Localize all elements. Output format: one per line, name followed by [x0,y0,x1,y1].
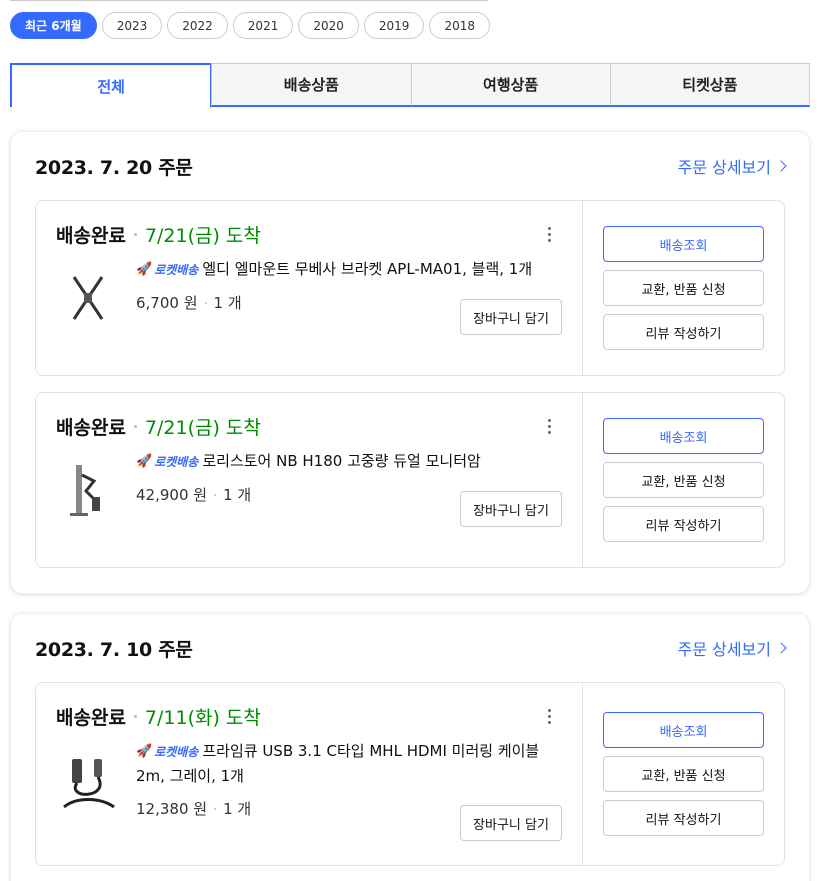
tab-delivery[interactable]: 배송상품 [211,63,412,107]
order-item: 배송완료 7/21(금) 도착 🚀 로켓배송 엘디 엘마운트 무베사 브라켓 APL… [35,200,785,376]
product-price: 42,900 원 [136,486,208,504]
order-detail-link[interactable]: 주문 상세보기 [677,154,787,178]
year-chip-2023[interactable]: 2023 [101,12,163,39]
monitor-arm-thumb[interactable] [56,457,120,521]
item-main: 배송완료 7/21(금) 도착 🚀 로켓배송 엘디 엘마운트 무베사 브라켓 APL… [36,201,583,375]
delivery-status: 배송완료 [56,224,126,247]
rocket-delivery-badge: 🚀 로켓배송 [136,740,198,764]
top-divider [10,0,488,1]
order-date: 2023. 7. 20 주문 [35,156,193,179]
product-price: 12,380 원 [136,800,208,818]
year-filter: 최근 6개월 2023 2022 2021 2020 2019 2018 [10,12,490,39]
exchange-return-button[interactable]: 교환, 반품 신청 [603,462,764,498]
more-options-icon[interactable] [548,227,552,242]
item-main: 배송완료 7/21(금) 도착 🚀 로켓배송 로리스토어 NB H180 고중량… [36,393,583,567]
product-qty: 1 개 [223,486,252,504]
exchange-return-button[interactable]: 교환, 반품 신청 [603,756,764,792]
rocket-delivery-badge: 🚀 로켓배송 [136,450,198,474]
year-chip-2019[interactable]: 2019 [363,12,425,39]
product-name[interactable]: 🚀 로켓배송 로리스토어 NB H180 고중량 듀얼 모니터암 [136,449,562,474]
separator-dot [133,714,137,718]
hdmi-cable-thumb[interactable] [56,753,120,817]
rocket-icon: 🚀 [136,744,153,759]
add-to-cart-button[interactable]: 장바구니 담기 [460,491,562,527]
delivery-status: 배송완료 [56,706,126,729]
track-delivery-button[interactable]: 배송조회 [603,712,764,748]
delivery-status: 배송완료 [56,416,126,439]
delivery-status-row: 배송완료 7/21(금) 도착 [56,411,562,441]
year-chip-2022[interactable]: 2022 [167,12,228,39]
item-main: 배송완료 7/11(화) 도착 🚀로켓배송프라임큐 USB 3.1 C타입 [36,683,583,865]
write-review-button[interactable]: 리뷰 작성하기 [603,314,764,350]
tab-travel[interactable]: 여행상품 [410,63,611,107]
product-name[interactable]: 🚀 로켓배송 엘디 엘마운트 무베사 브라켓 APL-MA01, 블랙, 1개 [136,257,562,282]
product-qty: 1 개 [223,800,252,818]
tab-ticket[interactable]: 티켓상품 [609,63,810,107]
arrival-date: 7/21(금) 도착 [144,224,261,247]
tab-all[interactable]: 전체 [10,63,213,107]
exchange-return-button[interactable]: 교환, 반품 신청 [603,270,764,306]
product-name[interactable]: 🚀 로켓배송 프라임큐 USB 3.1 C타입 MHL HDMI 미러링 케이블 2… [136,739,562,788]
year-chip-recent-6-months[interactable]: 최근 6개월 [10,12,97,39]
item-actions: 배송조회 교환, 반품 신청 리뷰 작성하기 [583,683,784,865]
order-item: 배송완료 7/11(화) 도착 🚀로켓배송프라임큐 USB 3.1 C타입 [35,682,785,866]
order-card: 2023. 7. 20 주문 주문 상세보기 배송완료 7/21(금) 도착 🚀… [10,131,810,594]
order-type-tabs: 전체 배송상품 여행상품 티켓상품 [10,63,810,107]
write-review-button[interactable]: 리뷰 작성하기 [603,800,764,836]
rocket-delivery-badge: 🚀 로켓배송 [136,258,198,282]
monitor-bracket-thumb[interactable] [56,265,120,329]
order-card: 2023. 7. 10 주문 주문 상세보기 배송완료 7/11(화) 도착 🚀… [10,613,810,881]
chevron-right-icon [775,160,787,172]
more-options-icon[interactable] [548,709,552,724]
add-to-cart-button[interactable]: 장바구니 담기 [460,299,562,335]
arrival-date: 7/11(화) 도착 [144,706,261,729]
track-delivery-button[interactable]: 배송조회 [603,418,764,454]
rocket-icon: 🚀 [136,454,153,469]
order-item: 배송완료 7/21(금) 도착 🚀 로켓배송 로리스토어 NB H180 고중량… [35,392,785,568]
chevron-right-icon [775,642,787,654]
separator-dot [133,232,137,236]
add-to-cart-button[interactable]: 장바구니 담기 [460,805,562,841]
order-detail-label: 주문 상세보기 [677,158,771,177]
separator-dot [133,424,137,428]
order-header: 2023. 7. 10 주문 주문 상세보기 [11,614,809,682]
item-actions: 배송조회 교환, 반품 신청 리뷰 작성하기 [583,201,784,375]
track-delivery-button[interactable]: 배송조회 [603,226,764,262]
year-chip-2018[interactable]: 2018 [429,12,490,39]
rocket-icon: 🚀 [136,262,153,277]
item-actions: 배송조회 교환, 반품 신청 리뷰 작성하기 [583,393,784,567]
order-header: 2023. 7. 20 주문 주문 상세보기 [11,132,809,200]
order-detail-link[interactable]: 주문 상세보기 [677,636,787,660]
year-chip-2021[interactable]: 2021 [232,12,294,39]
year-chip-2020[interactable]: 2020 [298,12,359,39]
product-price: 6,700 원 [136,294,198,312]
delivery-status-row: 배송완료 7/21(금) 도착 [56,219,562,249]
delivery-status-row: 배송완료 7/11(화) 도착 [56,701,562,731]
order-detail-label: 주문 상세보기 [677,640,771,659]
product-qty: 1 개 [213,294,242,312]
write-review-button[interactable]: 리뷰 작성하기 [603,506,764,542]
arrival-date: 7/21(금) 도착 [144,416,261,439]
more-options-icon[interactable] [548,419,552,434]
order-date: 2023. 7. 10 주문 [35,638,193,661]
